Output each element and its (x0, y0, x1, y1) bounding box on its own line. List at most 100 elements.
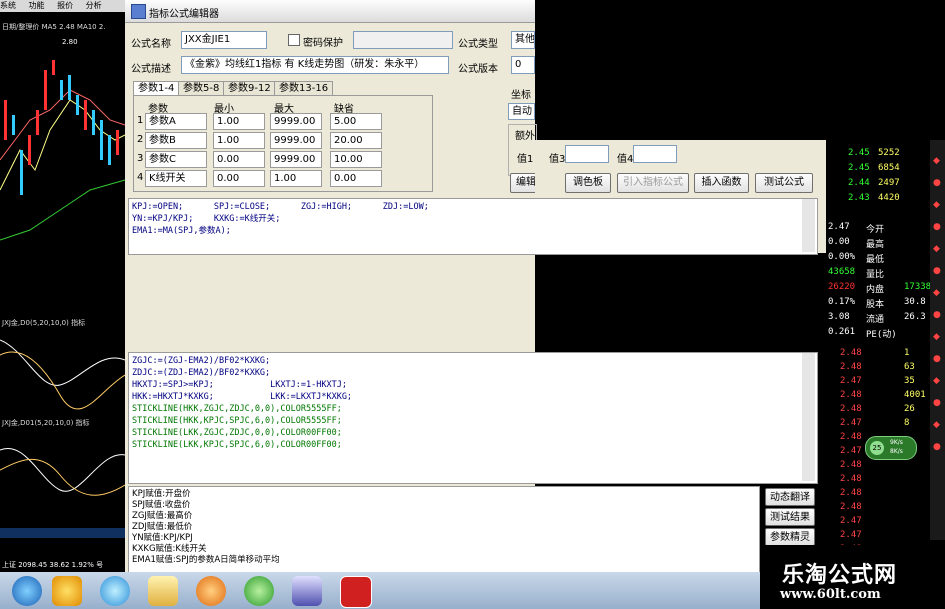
net-speed-up: 9K/s (890, 439, 903, 446)
code-text-bottom: ZGJC:=(ZGJ-EMA2)/BF02*KXKG; ZDJC:=(ZDJ-EM… (132, 355, 352, 451)
tab-params-1-4[interactable]: 参数1-4 (133, 81, 180, 96)
stat-extra: 17338 (904, 282, 932, 292)
insert-function-button[interactable]: 插入函数 (694, 173, 749, 193)
param-row-index: 2 (137, 134, 144, 145)
tick-price: 2.48 (840, 474, 862, 484)
tick-volume: 1 (904, 348, 910, 358)
candlestick-chart (0, 60, 125, 241)
param-min-cell[interactable]: 0.00 (213, 170, 265, 187)
tick-volume: 35 (904, 376, 915, 386)
param-name-cell[interactable]: 参数C (145, 151, 207, 168)
dialog-titlebar[interactable]: 指标公式编辑器 (125, 0, 535, 23)
menu-quote[interactable]: 报价 (57, 1, 73, 10)
formula-name-label: 公式名称 (131, 39, 171, 50)
tick-price: 2.47 (840, 376, 862, 386)
chart-tab-strip[interactable] (0, 528, 125, 538)
tab-params-13-16[interactable]: 参数13-16 (274, 81, 334, 96)
menu-analysis[interactable]: 分析 (86, 1, 102, 10)
formula-name-input[interactable]: JXX金JIE1 (181, 31, 267, 49)
stat-label: 内盘 (866, 285, 885, 295)
code-scrollbar-top[interactable] (802, 199, 815, 252)
code-line: STICKLINE(HKK,KPJC,SPJC,6,0),COLOR5555FF… (132, 416, 342, 426)
password-input[interactable] (353, 31, 453, 49)
param-default-cell[interactable]: 5.00 (330, 113, 382, 130)
param-max-cell[interactable]: 9999.00 (270, 132, 322, 149)
param-name-cell[interactable]: 参数A (145, 113, 207, 130)
param-max-cell[interactable]: 9999.00 (270, 113, 322, 130)
code-scrollbar-bottom[interactable] (802, 353, 815, 481)
value4-label: 值4 (617, 154, 634, 165)
message-line: EMA1赋值:SPJ的参数A日简单移动平均 (132, 555, 280, 565)
stat-value: 43658 (828, 267, 856, 277)
tick-price: 2.48 (840, 390, 862, 400)
tick-price: 2.47 (840, 418, 862, 428)
param-max-cell[interactable]: 9999.00 (270, 151, 322, 168)
app-icon-2[interactable] (196, 576, 226, 606)
app-icon-3[interactable] (244, 576, 274, 606)
import-formula-button[interactable]: 引入指标公式 (617, 173, 689, 193)
tab-params-5-8[interactable]: 参数5-8 (178, 81, 225, 96)
tab-params-9-12[interactable]: 参数9-12 (223, 81, 276, 96)
formula-type-select[interactable]: 其他 (511, 31, 535, 49)
param-default-cell[interactable]: 0.00 (330, 170, 382, 187)
formula-type-label: 公式类型 (458, 39, 498, 50)
param-default-cell[interactable]: 10.00 (330, 151, 382, 168)
start-icon[interactable] (12, 576, 42, 606)
password-checkbox[interactable] (288, 34, 300, 46)
code-line: ZDJC:=(ZDJ-EMA2)/BF02*KXKG; (132, 368, 271, 378)
stat-label: 股本 (866, 300, 885, 310)
formula-version-input[interactable]: 0 (511, 56, 535, 74)
stock-app-icon[interactable] (340, 576, 372, 608)
menu-system[interactable]: 系统 (0, 1, 16, 10)
test-result-button[interactable]: 测试结果 (765, 508, 815, 526)
stat-value: 0.17% (828, 297, 856, 307)
menu-function[interactable]: 功能 (29, 1, 45, 10)
param-max-cell[interactable]: 1.00 (270, 170, 322, 187)
app-icon-4[interactable] (292, 576, 322, 606)
dynamic-translate-button[interactable]: 动态翻译 (765, 488, 815, 506)
code-line: STICKLINE(LKK,KPJC,SPJC,6,0),COLOR00FF00… (132, 440, 342, 450)
param-min-cell[interactable]: 0.00 (213, 151, 265, 168)
message-line: KXKG赋值:K线开关 (132, 544, 207, 554)
param-name-cell[interactable]: 参数B (145, 132, 207, 149)
site-watermark: 乐淘公式网 www.60lt.com (760, 545, 945, 609)
param-min-cell[interactable]: 1.00 (213, 132, 265, 149)
tick-price: 2.47 (840, 530, 862, 540)
code-editor-top[interactable]: KPJ:=OPEN; SPJ:=CLOSE; ZGJ:=HIGH; ZDJ:=L… (128, 198, 818, 255)
axis-select[interactable]: 自动 (508, 103, 535, 120)
quote-volume: 5252 (878, 148, 900, 158)
folder-icon[interactable] (148, 576, 178, 606)
side-toolbar[interactable]: ◆ ● ◆ ● ◆ ● ◆ ● ◆ ● ◆ ● ◆ ● (930, 140, 945, 540)
quote-price: 2.45 (848, 148, 870, 158)
tick-price: 2.47 (840, 516, 862, 526)
stat-extra: 30.8 (904, 297, 926, 307)
tick-volume: 4001 (904, 390, 926, 400)
stat-value: 26220 (828, 282, 856, 292)
palette-button[interactable]: 调色板 (565, 173, 611, 193)
value4-input[interactable] (633, 145, 677, 163)
tick-price: 2.48 (840, 348, 862, 358)
indicator-chart-2 (0, 447, 125, 496)
stat-value: 0.00 (828, 237, 850, 247)
net-speed-bubble[interactable]: 25 9K/s 8K/s (865, 436, 917, 460)
param-default-cell[interactable]: 20.00 (330, 132, 382, 149)
browser-icon[interactable] (100, 576, 130, 606)
indicator-label-1: JXJ金,D0(5,20,10,0) 指标 (2, 319, 86, 327)
test-formula-button[interactable]: 测试公式 (755, 173, 813, 193)
stock-chart-panel[interactable]: 系统 功能 报价 分析 日期/整理价 MA5 2.48 MA10 2. 2.80… (0, 0, 125, 572)
message-panel: KPJ赋值:开盘价 SPJ赋值:收盘价 ZGJ赋值:最高价 ZDJ赋值:最低价 YN赋值… (128, 486, 760, 574)
value3-input[interactable] (565, 145, 609, 163)
quote-price: 2.43 (848, 193, 870, 203)
taskbar[interactable] (0, 572, 760, 609)
code-line: STICKLINE(HKK,ZGJC,ZDJC,0,0),COLOR5555FF… (132, 404, 342, 414)
formula-desc-input[interactable]: 《金紫》均线红1指标 有 K线走势图（研发：朱永平） (181, 56, 449, 74)
app-icon-1[interactable] (52, 576, 82, 606)
param-min-cell[interactable]: 1.00 (213, 113, 265, 130)
tick-volume: 8 (904, 418, 910, 428)
param-name-cell[interactable]: K线开关 (145, 170, 207, 187)
param-wizard-button[interactable]: 参数精灵 (765, 528, 815, 546)
stat-value: 0.261 (828, 327, 856, 337)
code-editor-bottom[interactable]: ZGJC:=(ZGJ-EMA2)/BF02*KXKG; ZDJC:=(ZDJ-EM… (128, 352, 818, 484)
stat-value: 0.00% (828, 252, 856, 262)
formula-version-label: 公式版本 (458, 64, 498, 75)
